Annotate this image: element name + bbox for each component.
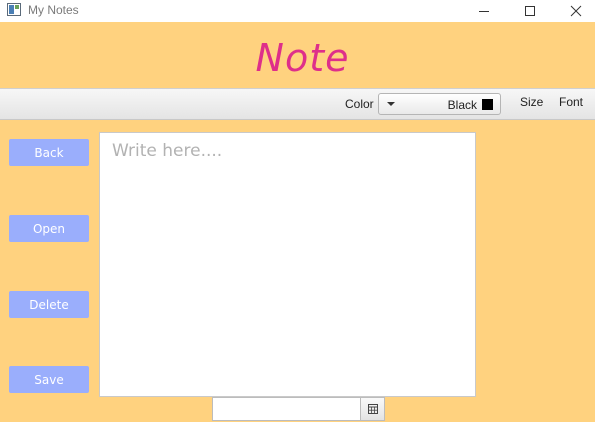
notes-app-icon	[7, 3, 21, 16]
delete-button[interactable]: Delete	[9, 291, 89, 318]
color-picker[interactable]: Black	[378, 93, 501, 115]
font-menu[interactable]: Font	[559, 95, 583, 109]
color-picker-value: Black	[447, 98, 477, 112]
maximize-icon	[525, 6, 535, 16]
open-button[interactable]: Open	[9, 215, 89, 242]
date-field[interactable]	[212, 397, 361, 421]
close-button[interactable]	[553, 0, 595, 22]
minimize-icon	[479, 11, 489, 12]
size-menu[interactable]: Size	[520, 95, 543, 109]
color-label: Color	[345, 97, 374, 111]
close-icon	[570, 5, 582, 17]
calendar-icon	[367, 404, 378, 414]
chevron-down-icon	[387, 102, 395, 106]
maximize-button[interactable]	[507, 0, 553, 22]
page-title: Note	[255, 36, 350, 80]
minimize-button[interactable]	[461, 0, 507, 22]
toolbar: Color Black Size Font	[0, 88, 595, 120]
window-title: My Notes	[28, 3, 79, 17]
color-swatch	[482, 99, 493, 110]
back-button[interactable]: Back	[9, 139, 89, 166]
save-button[interactable]: Save	[9, 366, 89, 393]
date-picker-button[interactable]	[360, 397, 385, 421]
note-text-area[interactable]	[99, 132, 476, 397]
window-titlebar: My Notes	[0, 0, 595, 22]
